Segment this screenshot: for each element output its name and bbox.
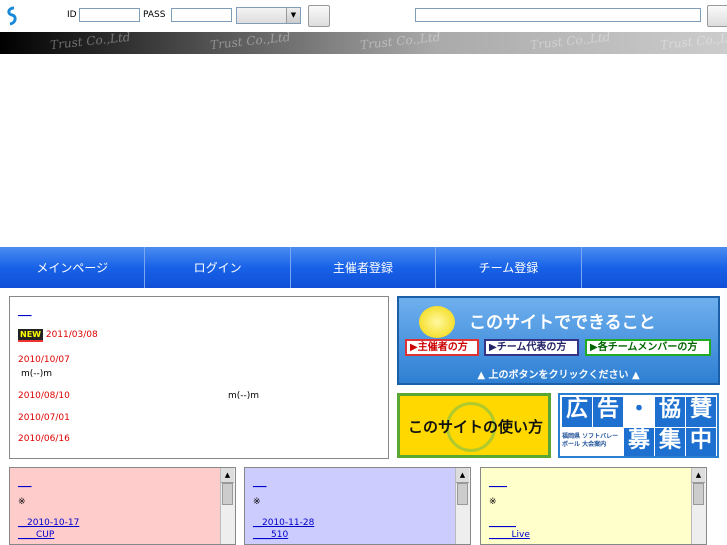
scroll-thumb[interactable] bbox=[222, 483, 233, 505]
search-button[interactable] bbox=[707, 5, 727, 27]
team-member-button[interactable]: ▶各チームメンバーの方 bbox=[585, 339, 711, 356]
login-type-select[interactable]: ▼ bbox=[236, 7, 301, 24]
pass-label: PASS bbox=[143, 10, 166, 20]
header-banner: Trust Co.,Ltd Trust Co.,Ltd Trust Co.,Lt… bbox=[0, 32, 727, 54]
nav-main-page[interactable]: メインページ bbox=[0, 247, 146, 288]
scroll-thumb[interactable] bbox=[693, 483, 704, 505]
team-rep-button[interactable]: ▶チーム代表の方 bbox=[484, 339, 579, 356]
nav-organizer-register[interactable]: 主催者登録 bbox=[291, 247, 437, 288]
news-item: NEW 2011/03/08 bbox=[18, 329, 98, 342]
scroll-thumb[interactable] bbox=[457, 483, 468, 505]
news-item: 2010/08/10 m(--)m bbox=[18, 391, 260, 401]
scrollbar[interactable]: ▲ bbox=[220, 468, 235, 544]
scroll-up-icon[interactable]: ▲ bbox=[692, 468, 705, 483]
info-panel-lavender: ___ ※ __2010-11-28 ____510 ▲ bbox=[244, 467, 471, 545]
news-top-link[interactable]: ___ bbox=[18, 307, 32, 317]
sponsor-recruit-banner[interactable]: 広 告 ・ 協 賛 福岡県 ソフトバレーボール 大会案内 募 集 中 bbox=[558, 393, 719, 458]
search-input[interactable] bbox=[415, 8, 701, 22]
news-item: 2010/06/16 bbox=[18, 434, 70, 444]
top-bar: ID PASS ▼ bbox=[0, 0, 727, 32]
scrollbar[interactable]: ▲ bbox=[455, 468, 470, 544]
pass-input[interactable] bbox=[171, 8, 232, 22]
how-to-use-banner[interactable]: このサイトの使い方 bbox=[397, 393, 551, 458]
nav-login[interactable]: ログイン bbox=[145, 247, 291, 288]
id-label: ID bbox=[67, 10, 77, 20]
news-item: 2010/10/07 m(--)m bbox=[18, 355, 70, 379]
logo-icon bbox=[7, 6, 17, 26]
info-panel-pink: ___ ※ __2010-10-17 ____CUP ▲ bbox=[9, 467, 236, 545]
main-nav: メインページ ログイン 主催者登録 チーム登録 bbox=[0, 247, 727, 288]
nav-empty bbox=[582, 247, 727, 288]
scroll-up-icon[interactable]: ▲ bbox=[221, 468, 234, 483]
login-button[interactable] bbox=[308, 5, 330, 27]
site-features-banner[interactable]: このサイトでできること ▶主催者の方 ▶チーム代表の方 ▶各チームメンバーの方 … bbox=[397, 296, 720, 385]
id-input[interactable] bbox=[79, 8, 140, 22]
scroll-up-icon[interactable]: ▲ bbox=[456, 468, 469, 483]
hero-area bbox=[0, 54, 727, 248]
info-panel-yellow: ____ ※ ______ _____Live ▲ bbox=[480, 467, 707, 545]
chevron-down-icon[interactable]: ▼ bbox=[286, 8, 300, 23]
new-badge: NEW bbox=[18, 329, 43, 342]
news-box: ___ NEW 2011/03/08 2010/10/07 m(--)m 201… bbox=[9, 296, 389, 459]
organizer-button[interactable]: ▶主催者の方 bbox=[405, 339, 479, 356]
scrollbar[interactable]: ▲ bbox=[691, 468, 706, 544]
news-item: 2010/07/01 bbox=[18, 413, 70, 423]
nav-team-register[interactable]: チーム登録 bbox=[436, 247, 582, 288]
lightbulb-icon bbox=[419, 306, 455, 338]
